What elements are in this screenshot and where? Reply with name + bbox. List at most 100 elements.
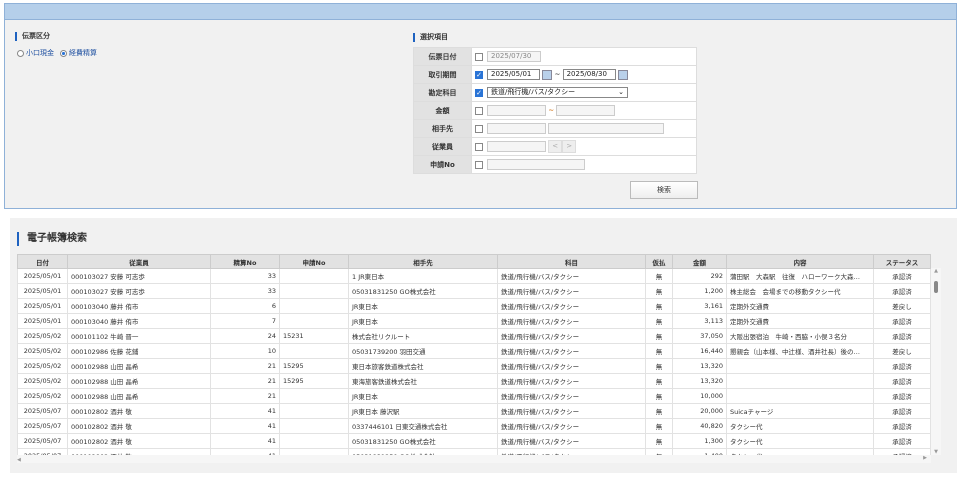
table-cell: 21	[210, 373, 280, 389]
table-cell: 37,050	[672, 328, 727, 344]
table-cell: 000101102 牛崎 晋一	[67, 328, 211, 344]
table-cell: 株式会社リクルート	[348, 328, 498, 344]
table-cell	[279, 298, 349, 314]
table-cell: 蒲田駅 大森駅 往復 ハローワーク大森…	[726, 268, 874, 284]
table-cell: 2025/05/02	[17, 373, 68, 389]
table-cell: 鉄道/飛行機/バス/タクシー	[497, 268, 646, 284]
table-cell: Suicaチャージ	[726, 403, 874, 419]
radio-icon[interactable]	[60, 49, 67, 57]
table-cell: 05031831250 GO株式会社	[348, 433, 498, 449]
table-cell: 2025/05/01	[17, 298, 68, 314]
table-cell: 16,440	[672, 343, 727, 359]
prev-button[interactable]: <	[548, 140, 563, 153]
column-header[interactable]: 日付	[17, 254, 68, 269]
table-cell	[279, 283, 349, 299]
amount-to-input[interactable]	[556, 105, 616, 116]
amount-checkbox[interactable]	[475, 106, 483, 115]
horizontal-scrollbar[interactable]: ◀ ▶	[17, 455, 931, 463]
vertical-scrollbar[interactable]: ▲ ▼	[931, 268, 941, 455]
amount-from-input[interactable]	[487, 105, 546, 116]
partner-name-input[interactable]	[548, 123, 665, 134]
amount-label: 金額	[413, 101, 472, 120]
column-header[interactable]: 仮払	[645, 254, 673, 269]
table-row[interactable]: 2025/05/02 000101102 牛崎 晋一 24 15231 株式会社リクル…	[17, 328, 931, 344]
slip-date-checkbox[interactable]	[475, 52, 483, 61]
table-row[interactable]: 2025/05/02 000102988 山田 晶希 21 15295 東日本旅客鉄道…	[17, 358, 931, 374]
table-row[interactable]: 2025/05/01 000103040 藤井 侑市 6 JR東日本 鉄道/飛行機/バ…	[17, 298, 931, 314]
slip-date-input[interactable]: 2025/07/30	[487, 51, 541, 62]
partner-checkbox[interactable]	[475, 124, 483, 133]
table-cell: 24	[210, 328, 280, 344]
table-cell: 000102802 酒井 敬	[67, 403, 211, 419]
calendar-icon[interactable]	[542, 69, 553, 80]
table-cell: 差戻し	[873, 298, 931, 314]
column-header[interactable]: 従業員	[67, 254, 211, 269]
scroll-down-icon[interactable]: ▼	[931, 449, 941, 455]
column-header[interactable]: 内容	[726, 254, 874, 269]
table-row[interactable]: 2025/05/07 000102802 酒井 敬 41 JR東日本 藤沢駅 鉄道/飛…	[17, 403, 931, 419]
table-cell: 000103040 藤井 侑市	[67, 313, 211, 329]
period-to-input[interactable]: 2025/08/30	[562, 69, 616, 80]
apply-no-label: 申請No	[413, 155, 472, 174]
table-cell: 差戻し	[873, 343, 931, 359]
account-checkbox[interactable]: ✓	[475, 88, 483, 97]
table-cell	[279, 268, 349, 284]
table-cell: 05031831250 GO株式会社	[348, 283, 498, 299]
table-cell: 000102802 酒井 敬	[67, 418, 211, 434]
period-from-input[interactable]: 2025/05/01	[487, 69, 540, 80]
scroll-up-icon[interactable]: ▲	[931, 268, 941, 274]
radio-icon[interactable]	[17, 49, 24, 57]
table-cell: 2025/05/01	[17, 268, 68, 284]
table-row[interactable]: 2025/05/02 000102988 山田 晶希 21 15295 東海旅客鉄道株…	[17, 373, 931, 389]
table-cell: 000102988 山田 晶希	[67, 358, 211, 374]
table-row[interactable]: 2025/05/02 000102986 佐藤 花鋪 10 05031739200 羽…	[17, 343, 931, 359]
column-header[interactable]: 申請No	[279, 254, 349, 269]
table-cell: 000103027 安藤 可志歩	[67, 268, 211, 284]
apply-no-input[interactable]	[487, 159, 585, 170]
calendar-icon[interactable]	[617, 69, 628, 80]
radio-expense[interactable]: 経費精算	[60, 48, 97, 58]
table-cell: 05031739200 羽田交通	[348, 343, 498, 359]
table-row[interactable]: 2025/05/01 000103040 藤井 侑市 7 JR東日本 鉄道/飛行機/バ…	[17, 313, 931, 329]
radio-petty-cash[interactable]: 小口現金	[17, 48, 54, 58]
table-cell: 21	[210, 388, 280, 404]
table-cell: 無	[645, 313, 673, 329]
table-cell: 大阪出張宿泊 牛崎・西脇・小俣３名分	[726, 328, 874, 344]
table-row[interactable]: 2025/05/01 000103027 安藤 可志歩 33 1 JR東日本 鉄道/飛行…	[17, 268, 931, 284]
scroll-left-icon[interactable]: ◀	[17, 457, 21, 463]
employee-input[interactable]	[487, 141, 546, 152]
table-cell: 東海旅客鉄道株式会社	[348, 373, 498, 389]
scroll-right-icon[interactable]: ▶	[923, 455, 927, 461]
table-cell: 承認済	[873, 373, 931, 389]
table-cell: 無	[645, 388, 673, 404]
column-header[interactable]: 精算No	[210, 254, 280, 269]
table-row[interactable]: 2025/05/07000102802 酒井 敬41 05031831250 GO…	[17, 433, 931, 449]
table-row[interactable]: 2025/05/07 000102802 酒井 敬 41 0337446101 日東交…	[17, 418, 931, 434]
table-cell: 1 JR東日本	[348, 268, 498, 284]
column-header[interactable]: ステータス	[873, 254, 931, 269]
column-header[interactable]: 金額	[672, 254, 727, 269]
table-cell: JR東日本	[348, 313, 498, 329]
table-cell: 7	[210, 313, 280, 329]
apply-no-checkbox[interactable]	[475, 160, 483, 169]
employee-checkbox[interactable]	[475, 142, 483, 151]
partner-code-input[interactable]	[487, 123, 546, 134]
table-cell: JR東日本 藤沢駅	[348, 403, 498, 419]
voucher-type-radios: 小口現金 経費精算	[17, 48, 97, 58]
column-header[interactable]: 科目	[497, 254, 646, 269]
scroll-thumb[interactable]	[934, 281, 938, 293]
next-button[interactable]: >	[562, 140, 577, 153]
period-checkbox[interactable]: ✓	[475, 70, 483, 79]
table-row[interactable]: 2025/05/02 000102988 山田 晶希 21 JR東日本 鉄道/飛行機/…	[17, 388, 931, 404]
table-cell: 000102802 酒井 敬	[67, 433, 211, 449]
table-cell: 41	[210, 403, 280, 419]
table-cell: JR東日本	[348, 298, 498, 314]
table-cell: 承認済	[873, 283, 931, 299]
search-button[interactable]: 検索	[630, 181, 698, 199]
column-header[interactable]: 相手先	[348, 254, 498, 269]
table-cell: 000102988 山田 晶希	[67, 388, 211, 404]
account-select[interactable]: 鉄道/飛行機/バス/タクシー ⌄	[487, 87, 628, 98]
table-row[interactable]: 2025/05/01 000103027 安藤 可志歩 33 05031831250 …	[17, 283, 931, 299]
table-cell: 鉄道/飛行機/バス/タクシー	[497, 433, 646, 449]
table-cell: 無	[645, 403, 673, 419]
